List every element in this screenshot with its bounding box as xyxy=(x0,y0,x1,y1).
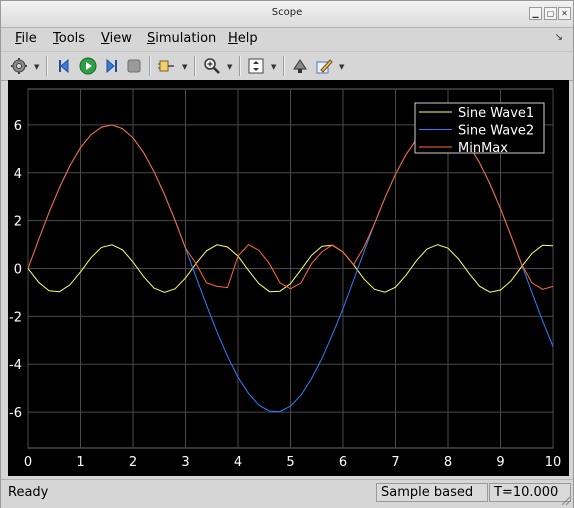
x-tick-label: 7 xyxy=(391,455,399,470)
x-tick-label: 0 xyxy=(24,455,32,470)
x-tick-label: 6 xyxy=(339,455,347,470)
settings-dropdown-icon[interactable]: ▼ xyxy=(34,63,39,71)
x-tick-label: 10 xyxy=(545,455,562,470)
step-back-icon[interactable] xyxy=(54,55,76,77)
x-tick-label: 3 xyxy=(181,455,189,470)
y-tick-label: 2 xyxy=(14,215,22,230)
window-title: Scope xyxy=(271,7,303,18)
fit-axes-dropdown-icon[interactable]: ▼ xyxy=(271,63,276,71)
toolbar-separator xyxy=(46,56,48,76)
status-bar: Ready Sample based T=10.000 xyxy=(1,479,573,508)
x-tick-label: 2 xyxy=(129,455,137,470)
x-tick-label: 4 xyxy=(234,455,242,470)
x-tick-label: 8 xyxy=(444,455,452,470)
menu-file[interactable]: File xyxy=(15,31,37,46)
maximize-button[interactable]: ▢ xyxy=(544,7,557,20)
zoom-dropdown-icon[interactable]: ▼ xyxy=(227,63,232,71)
resize-grip-icon[interactable] xyxy=(561,496,571,506)
toolbar: ▼ ▼ ▼ ▼ ▼ xyxy=(1,51,573,81)
menu-view[interactable]: View xyxy=(101,31,132,46)
legend-label: Sine Wave2 xyxy=(458,124,534,139)
status-time: T=10.000 xyxy=(489,483,571,502)
toolbar-separator xyxy=(283,56,285,76)
step-forward-icon[interactable] xyxy=(100,55,122,77)
legend-label: MinMax xyxy=(458,141,508,156)
minimize-button[interactable]: ▁ xyxy=(529,7,542,20)
toolbar-separator xyxy=(239,56,241,76)
y-tick-label: -2 xyxy=(9,310,22,325)
title-bar: Scope ▁ ▢ ✕ xyxy=(1,1,573,28)
run-icon[interactable] xyxy=(77,55,99,77)
x-tick-label: 1 xyxy=(76,455,84,470)
signal-selector-dropdown-icon[interactable]: ▼ xyxy=(182,63,187,71)
menu-tools[interactable]: Tools xyxy=(53,31,85,46)
y-tick-label: 0 xyxy=(14,263,22,278)
scope-axes[interactable]: 0 1 2 3 4 5 6 7 8 9 10 -6 -4 -2 0 2 4 6 Sine Wave1 Sine Wa… xyxy=(8,80,569,476)
fit-axes-icon[interactable] xyxy=(245,55,267,77)
y-tick-label: 4 xyxy=(14,167,22,182)
menu-bar: File Tools View Simulation Help ↘ xyxy=(1,28,573,50)
scope-window: Scope ▁ ▢ ✕ File Tools View Simulation H… xyxy=(0,0,574,508)
menu-help[interactable]: Help xyxy=(228,31,258,46)
stop-icon[interactable] xyxy=(123,55,145,77)
x-tick-label: 5 xyxy=(286,455,294,470)
status-ready: Ready xyxy=(8,485,49,500)
style-icon[interactable] xyxy=(313,55,335,77)
y-tick-label: -6 xyxy=(9,406,22,421)
toolbar-separator xyxy=(149,56,151,76)
status-sample-mode: Sample based xyxy=(376,483,488,502)
close-button[interactable]: ✕ xyxy=(558,7,571,20)
x-tick-label: 9 xyxy=(496,455,504,470)
menu-simulation[interactable]: Simulation xyxy=(147,31,216,46)
zoom-in-icon[interactable] xyxy=(201,55,223,77)
highlight-block-icon[interactable] xyxy=(289,55,311,77)
plot-area[interactable]: 0 1 2 3 4 5 6 7 8 9 10 -6 -4 -2 0 2 4 6 Sine Wave1 Sine Wa… xyxy=(8,80,569,476)
legend-label: Sine Wave1 xyxy=(458,106,534,121)
style-dropdown-icon[interactable]: ▼ xyxy=(339,63,344,71)
dock-icon[interactable]: ↘ xyxy=(555,32,563,43)
settings-icon[interactable] xyxy=(8,55,30,77)
signal-selector-icon[interactable] xyxy=(156,55,178,77)
toolbar-separator xyxy=(194,56,196,76)
y-tick-label: 6 xyxy=(14,119,22,134)
y-tick-label: -4 xyxy=(9,358,22,373)
